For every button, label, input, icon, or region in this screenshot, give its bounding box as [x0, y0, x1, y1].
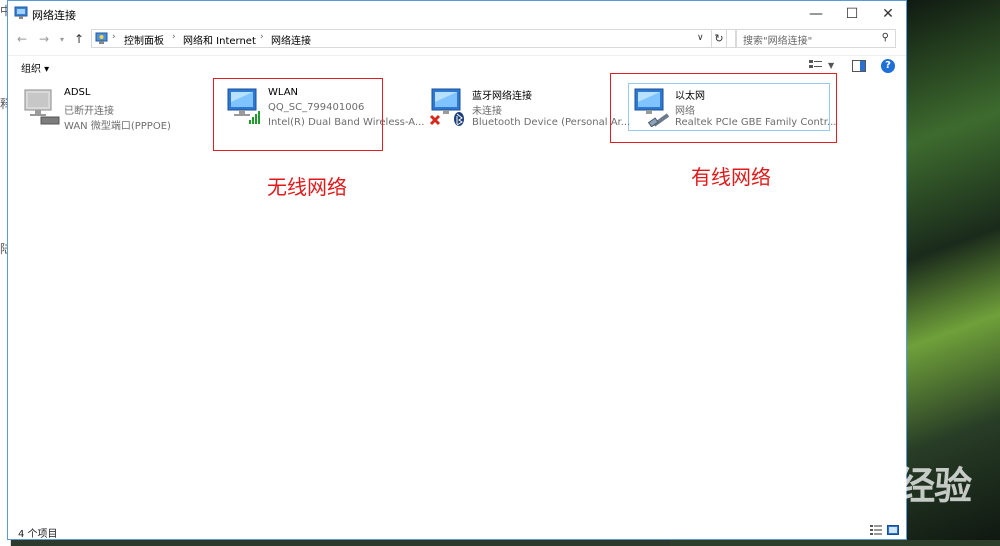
- breadcrumb-separator-icon: ›: [172, 32, 176, 42]
- address-dropdown-chevron-icon[interactable]: ∨: [697, 33, 704, 43]
- search-placeholder: 搜索"网络连接": [743, 36, 813, 47]
- control-panel-icon: [95, 32, 108, 44]
- help-icon[interactable]: ?: [881, 59, 895, 73]
- connection-status: 未连接: [472, 106, 502, 117]
- breadcrumb-network-internet[interactable]: 网络和 Internet: [183, 32, 256, 47]
- maximize-button[interactable]: ☐: [834, 1, 870, 27]
- organize-menu-button[interactable]: 组织 ▾: [21, 60, 49, 75]
- breadcrumb-separator-icon: ›: [112, 32, 116, 42]
- dialup-connection-icon: [24, 89, 60, 125]
- details-view-icon[interactable]: [870, 525, 882, 535]
- tiles-view-icon[interactable]: [887, 525, 899, 535]
- baidu-watermark: Baidu 经验 jingyan.baidu.com: [768, 455, 972, 524]
- connection-name: ADSL: [64, 87, 91, 98]
- status-bar: 4 个项目: [8, 521, 906, 541]
- search-box[interactable]: 搜索"网络连接" ⚲: [736, 29, 896, 48]
- connection-device: Bluetooth Device (Personal Ar...: [472, 117, 631, 128]
- item-count: 4 个项目: [18, 529, 58, 540]
- up-arrow-icon[interactable]: ↑: [74, 32, 84, 46]
- recent-chevron-icon[interactable]: ▾: [60, 35, 64, 44]
- connection-name: 蓝牙网络连接: [472, 91, 532, 102]
- forward-arrow-icon[interactable]: →: [39, 32, 49, 46]
- view-dropdown-chevron-icon[interactable]: ▼: [828, 61, 834, 70]
- window-title: 网络连接: [32, 9, 76, 22]
- back-arrow-icon[interactable]: ←: [17, 32, 27, 46]
- refresh-button[interactable]: ↻: [711, 29, 727, 48]
- breadcrumb-separator-icon: ›: [260, 32, 264, 42]
- minimize-button[interactable]: —: [798, 1, 834, 27]
- search-icon[interactable]: ⚲: [882, 32, 889, 43]
- title-bar: 网络连接 — ☐ ✕: [8, 1, 906, 27]
- watermark-brand: Baidu 经验: [768, 464, 972, 508]
- breadcrumb-network-connections[interactable]: 网络连接: [271, 32, 311, 47]
- watermark-url: jingyan.baidu.com: [772, 510, 883, 524]
- breadcrumb-control-panel[interactable]: 控制面板: [124, 32, 164, 47]
- connection-item-bluetooth[interactable]: 蓝牙网络连接 未连接 Bluetooth Device (Personal Ar…: [429, 87, 630, 132]
- preview-pane-icon[interactable]: [852, 60, 866, 72]
- connection-device: WAN 微型端口(PPPOE): [64, 121, 171, 132]
- wired-annotation-label: 有线网络: [691, 165, 771, 189]
- wired-highlight-box: [610, 73, 837, 143]
- network-folder-icon: [14, 6, 28, 19]
- connection-status: 已断开连接: [64, 106, 114, 117]
- address-bar-row: ← → ▾ ↑ › 控制面板 › 网络和 Internet › 网络连接 ∨ ↻…: [8, 27, 906, 51]
- bluetooth-connection-icon: [429, 88, 464, 126]
- wireless-highlight-box: [213, 78, 383, 151]
- connection-item-adsl[interactable]: ADSL 已断开连接 WAN 微型端口(PPPOE): [21, 87, 211, 132]
- wireless-annotation-label: 无线网络: [267, 175, 347, 199]
- address-box[interactable]: › 控制面板 › 网络和 Internet › 网络连接 ∨: [91, 29, 736, 48]
- view-options-icon[interactable]: [809, 60, 822, 72]
- close-button[interactable]: ✕: [870, 1, 906, 27]
